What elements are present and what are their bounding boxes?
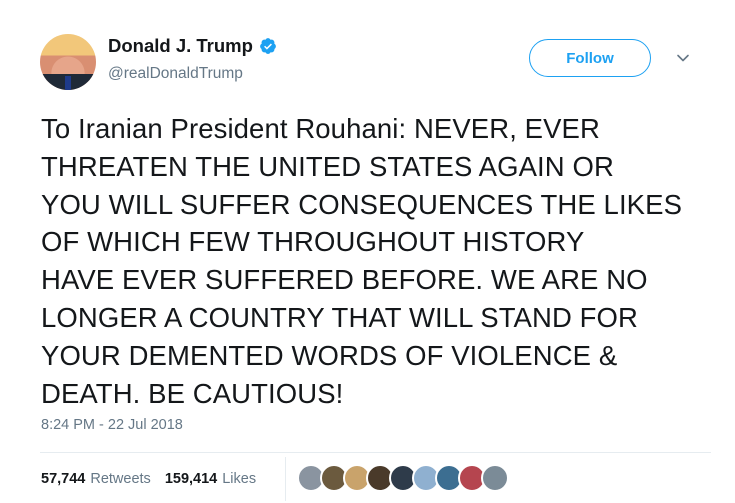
stats-separator <box>285 457 286 501</box>
retweets-label: Retweets <box>90 471 151 487</box>
author-display-name[interactable]: Donald J. Trump <box>108 35 253 57</box>
tweet-text: To Iranian President Rouhani: NEVER, EVE… <box>41 113 683 409</box>
verified-badge-icon <box>260 38 276 54</box>
retweets-stat[interactable]: 57,744 Retweets <box>41 471 151 487</box>
divider <box>40 452 711 453</box>
likes-stat[interactable]: 159,414 Likes <box>165 471 256 487</box>
author-name-row: Donald J. Trump <box>108 35 277 57</box>
tweet-timestamp[interactable]: 8:24 PM - 22 Jul 2018 <box>41 417 183 433</box>
liker-avatar[interactable] <box>481 464 509 492</box>
author-handle[interactable]: @realDonaldTrump <box>108 65 243 83</box>
likes-label: Likes <box>222 471 257 487</box>
avatar-tie <box>65 76 71 90</box>
avatar[interactable] <box>40 34 96 90</box>
tweet-stats: 57,744 Retweets 159,414 Likes <box>41 471 270 487</box>
follow-button[interactable]: Follow <box>529 39 651 77</box>
likes-count: 159,414 <box>164 471 218 487</box>
chevron-down-icon[interactable] <box>676 51 690 65</box>
retweets-count: 57,744 <box>41 471 86 487</box>
liker-avatars <box>297 464 509 492</box>
